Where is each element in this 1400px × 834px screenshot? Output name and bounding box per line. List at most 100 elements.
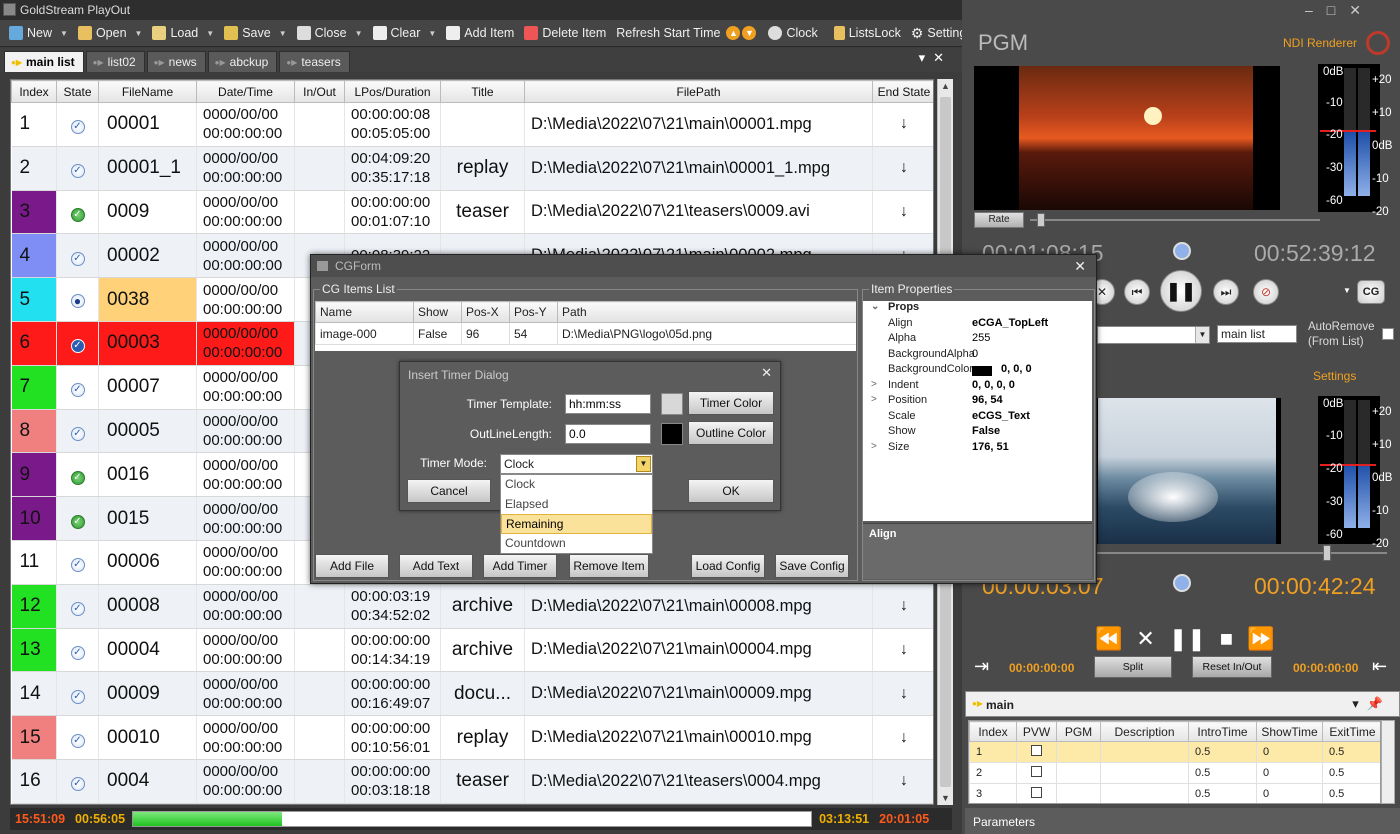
property-row[interactable]: Show False: [863, 425, 1092, 441]
table-row[interactable]: 1 0.5 0 0.5: [969, 741, 1380, 763]
add-file-button[interactable]: Add File: [315, 554, 389, 578]
table-row[interactable]: 13 ✓ 00004 0000/00/00 00:00:00:00 00:00:00:00…: [11, 628, 933, 673]
refresh-start-time-button[interactable]: Refresh Start Time: [611, 22, 725, 44]
property-value[interactable]: False: [972, 425, 1000, 437]
outline-color-button[interactable]: Outline Color: [688, 421, 774, 445]
pvw-slider[interactable]: [1097, 545, 1387, 561]
close-button[interactable]: Close ▼: [292, 22, 368, 44]
dropdown-option[interactable]: Clock: [501, 475, 652, 495]
column-header[interactable]: FilePath: [524, 80, 873, 103]
property-row[interactable]: Scale eCGS_Text: [863, 410, 1092, 426]
table-row[interactable]: 3 0.5 0 0.5: [969, 783, 1380, 803]
column-header[interactable]: Index: [11, 80, 57, 103]
chevron-down-icon[interactable]: ▼: [1343, 286, 1351, 295]
tab-list02[interactable]: ●▶ list02: [85, 51, 145, 72]
expand-icon[interactable]: >: [871, 394, 877, 405]
chevron-down-icon[interactable]: ▼: [636, 456, 651, 472]
split-button[interactable]: Split: [1094, 656, 1172, 678]
timer-mode-select[interactable]: Clock ▼: [500, 454, 653, 474]
panel-controls[interactable]: ▾📌: [1352, 696, 1391, 712]
ndi-broadcast-icon[interactable]: [1366, 31, 1390, 55]
column-header[interactable]: Description: [1100, 721, 1189, 742]
chevron-down-icon[interactable]: ▼: [1195, 327, 1209, 343]
column-header[interactable]: Date/Time: [196, 80, 295, 103]
save-button[interactable]: Save ▼: [219, 22, 291, 44]
property-row[interactable]: > Indent 0, 0, 0, 0: [863, 379, 1092, 395]
cg-grid-scrollbar[interactable]: [1381, 720, 1395, 804]
table-row[interactable]: 2 ✓ 00001_1 0000/00/00 00:00:00:00 00:04:09:2…: [11, 146, 933, 191]
collapse-icon[interactable]: ⌄: [871, 301, 879, 312]
column-header[interactable]: PVW: [1016, 721, 1057, 742]
add-item-button[interactable]: Add Item: [441, 22, 519, 44]
table-row[interactable]: image-000 False 96 54 D:\Media\PNG\logo\…: [315, 322, 856, 345]
dropdown-option[interactable]: Countdown: [501, 534, 652, 554]
column-header[interactable]: Show: [413, 301, 462, 323]
parameters-panel[interactable]: Parameters: [965, 808, 1400, 834]
slider-knob[interactable]: [1037, 213, 1045, 227]
column-header[interactable]: Title: [440, 80, 525, 103]
dropdown-option[interactable]: Remaining: [501, 514, 652, 534]
stop-x-icon[interactable]: ✕: [1136, 626, 1154, 652]
table-row[interactable]: 2 0.5 0 0.5: [969, 762, 1380, 784]
dropdown-option[interactable]: Elapsed: [501, 495, 652, 515]
props-group-row[interactable]: ⌄ Props: [863, 301, 1092, 317]
pvw-settings-link[interactable]: Settings: [1313, 369, 1356, 383]
tab-teasers[interactable]: ●▶ teasers: [279, 51, 350, 72]
rate-slider[interactable]: [1030, 213, 1320, 227]
load-button[interactable]: Load ▼: [147, 22, 219, 44]
sync-icon[interactable]: [1173, 242, 1191, 260]
save-config-button[interactable]: Save Config: [775, 554, 849, 578]
column-header[interactable]: IntroTime: [1188, 721, 1257, 742]
property-row[interactable]: > Size 176, 51: [863, 441, 1092, 457]
expand-icon[interactable]: >: [871, 441, 877, 452]
property-value[interactable]: 0: [972, 348, 978, 360]
expand-icon[interactable]: >: [871, 379, 877, 390]
lists-lock-button[interactable]: ListsLock: [829, 22, 906, 44]
timer-color-button[interactable]: Timer Color: [688, 391, 774, 415]
property-value[interactable]: 176, 51: [972, 441, 1009, 453]
table-row[interactable]: 14 ✓ 00009 0000/00/00 00:00:00:00 00:00:00:00…: [11, 671, 933, 717]
remove-item-button[interactable]: Remove Item: [569, 554, 649, 578]
clock-button[interactable]: Clock: [763, 22, 822, 44]
table-row[interactable]: 3 ✓ 0009 0000/00/00 00:00:00:00 00:00:00:00 00…: [11, 190, 933, 235]
clear-button[interactable]: Clear ▼: [368, 22, 442, 44]
column-header[interactable]: Name: [315, 301, 414, 323]
reset-in-out-button[interactable]: Reset In/Out: [1192, 656, 1272, 678]
move-up-button[interactable]: ▲: [725, 22, 741, 44]
property-row[interactable]: BackgroundColor 0, 0, 0: [863, 363, 1092, 379]
pause-button[interactable]: ❚❚: [1160, 270, 1202, 312]
property-value[interactable]: eCGS_Text: [972, 410, 1030, 422]
table-row[interactable]: 1 ✓ 00001 0000/00/00 00:00:00:00 00:00:00:08 0…: [11, 102, 933, 147]
rate-button[interactable]: Rate: [974, 212, 1024, 228]
ok-button[interactable]: OK: [688, 479, 774, 503]
pvw-checkbox[interactable]: [1031, 787, 1042, 798]
slider-knob[interactable]: [1323, 545, 1331, 561]
next-icon[interactable]: ⏭: [1213, 279, 1239, 305]
property-value[interactable]: eCGA_TopLeft: [972, 317, 1048, 329]
sync-icon[interactable]: [1173, 574, 1191, 592]
column-header[interactable]: In/Out: [294, 80, 345, 103]
table-row[interactable]: 15 ✓ 00010 0000/00/00 00:00:00:00 00:00:00:00…: [11, 715, 933, 760]
window-controls[interactable]: –□✕: [1305, 2, 1375, 19]
mark-in-icon[interactable]: ⇥: [974, 656, 989, 677]
cg-button[interactable]: CG: [1357, 280, 1385, 304]
column-header[interactable]: ShowTime: [1256, 721, 1323, 742]
list-select[interactable]: main list: [1217, 325, 1297, 343]
pvw-checkbox[interactable]: [1031, 766, 1042, 777]
property-row[interactable]: Align eCGA_TopLeft: [863, 317, 1092, 333]
previous-icon[interactable]: ⏮: [1124, 279, 1150, 305]
rewind-icon[interactable]: ⏪: [1095, 626, 1122, 652]
tab-news[interactable]: ●▶ news: [146, 51, 206, 72]
tab-controls[interactable]: ▾✕: [919, 50, 952, 66]
move-down-button[interactable]: ▼: [741, 22, 757, 44]
pvw-checkbox[interactable]: [1031, 745, 1042, 756]
table-row[interactable]: 12 ✓ 00008 0000/00/00 00:00:00:00 00:00:03:19…: [11, 584, 933, 629]
property-value[interactable]: 255: [972, 332, 990, 344]
pause-icon[interactable]: ❚❚: [1169, 626, 1206, 652]
scroll-down-icon[interactable]: ▼: [941, 793, 950, 803]
column-header[interactable]: Pos-Y: [509, 301, 558, 323]
property-row[interactable]: BackgroundAlpha 0: [863, 348, 1092, 364]
column-header[interactable]: FileName: [98, 80, 197, 103]
tab-main[interactable]: main: [986, 698, 1014, 712]
column-header[interactable]: End State: [872, 80, 933, 103]
